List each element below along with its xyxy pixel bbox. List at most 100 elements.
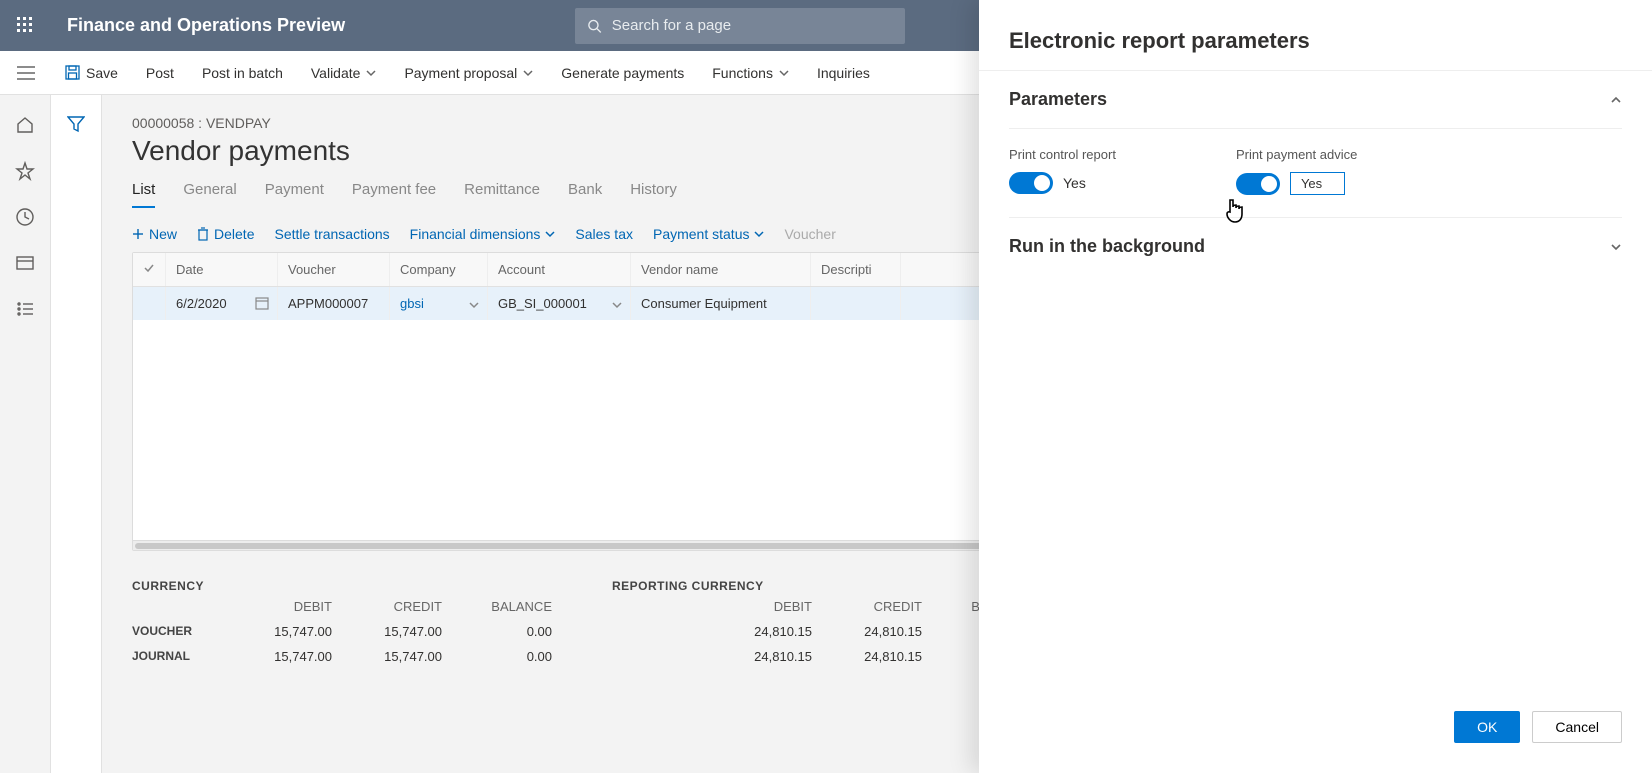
parameters-body: Print control report Yes Print payment a…	[1009, 129, 1622, 218]
print-advice-toggle[interactable]	[1236, 173, 1280, 195]
settle-transactions-button[interactable]: Settle transactions	[274, 226, 389, 242]
save-icon	[65, 65, 80, 80]
tab-general[interactable]: General	[183, 181, 236, 208]
print-advice-label: Print payment advice	[1236, 147, 1357, 162]
nav-toggle-button[interactable]	[0, 51, 51, 95]
dialog-footer: OK Cancel	[979, 695, 1652, 773]
cell-date[interactable]: 6/2/2020	[166, 287, 278, 320]
cell-voucher[interactable]: APPM000007	[278, 287, 390, 320]
new-button[interactable]: New	[132, 226, 177, 242]
col-date[interactable]: Date	[166, 253, 278, 286]
chevron-down-icon	[366, 68, 376, 78]
run-in-background-title: Run in the background	[1009, 236, 1205, 257]
home-icon[interactable]	[15, 115, 35, 135]
financial-dimensions-button[interactable]: Financial dimensions	[410, 226, 556, 242]
parameters-title: Parameters	[1009, 89, 1107, 110]
functions-button[interactable]: Functions	[698, 51, 803, 95]
filter-pane	[51, 95, 102, 773]
chevron-down-icon	[523, 68, 533, 78]
col-account[interactable]: Account	[488, 253, 631, 286]
row-voucher: VOUCHER	[132, 624, 222, 639]
hamburger-icon	[17, 66, 35, 80]
tab-history[interactable]: History	[630, 181, 677, 208]
col-vendor[interactable]: Vendor name	[631, 253, 811, 286]
voucher-button[interactable]: Voucher	[784, 226, 835, 242]
dialog-title: Electronic report parameters	[979, 0, 1652, 71]
post-in-batch-button[interactable]: Post in batch	[188, 51, 297, 95]
plus-icon	[132, 228, 144, 240]
tab-list[interactable]: List	[132, 181, 155, 208]
dialog-panel: Electronic report parameters Parameters …	[979, 0, 1652, 773]
check-icon	[143, 262, 155, 274]
search-box[interactable]	[575, 8, 905, 44]
print-control-label: Print control report	[1009, 147, 1116, 162]
chevron-down-icon[interactable]	[612, 298, 622, 313]
post-button[interactable]: Post	[132, 51, 188, 95]
rep-journal-credit: 24,810.15	[812, 649, 922, 664]
col-debit: DEBIT	[222, 599, 332, 614]
col-company[interactable]: Company	[390, 253, 488, 286]
save-button[interactable]: Save	[51, 51, 132, 95]
calendar-icon[interactable]	[255, 296, 269, 313]
print-control-field: Print control report Yes	[1009, 147, 1116, 195]
row-checkbox[interactable]	[133, 287, 166, 320]
col-balance: BALANCE	[442, 599, 552, 614]
select-all-checkbox[interactable]	[133, 253, 166, 286]
save-label: Save	[86, 65, 118, 81]
chevron-down-icon[interactable]	[469, 298, 479, 313]
star-icon[interactable]	[15, 161, 35, 181]
print-advice-value: Yes	[1290, 172, 1345, 195]
tab-payment[interactable]: Payment	[265, 181, 324, 208]
row-journal: JOURNAL	[132, 649, 222, 664]
cell-vendor[interactable]: Consumer Equipment	[631, 287, 811, 320]
currency-title: CURRENCY	[132, 579, 552, 593]
reporting-currency-totals: REPORTING CURRENCY DEBIT CREDIT BALANCE …	[612, 579, 1032, 664]
clock-icon[interactable]	[15, 207, 35, 227]
waffle-icon	[17, 17, 35, 35]
cell-company[interactable]: gbsi	[390, 287, 488, 320]
currency-totals: CURRENCY DEBIT CREDIT BALANCE VOUCHER 15…	[132, 579, 552, 664]
chevron-up-icon	[1610, 94, 1622, 106]
tab-bank[interactable]: Bank	[568, 181, 602, 208]
col-description[interactable]: Descripti	[811, 253, 901, 286]
chevron-down-icon	[1610, 241, 1622, 253]
rep-voucher-credit: 24,810.15	[812, 624, 922, 639]
filter-icon[interactable]	[67, 115, 85, 133]
scrollbar-thumb[interactable]	[135, 543, 1028, 549]
cell-account[interactable]: GB_SI_000001	[488, 287, 631, 320]
chevron-down-icon	[779, 68, 789, 78]
cur-journal-credit: 15,747.00	[332, 649, 442, 664]
validate-button[interactable]: Validate	[297, 51, 391, 95]
cur-journal-balance: 0.00	[442, 649, 552, 664]
payment-status-button[interactable]: Payment status	[653, 226, 765, 242]
tab-remittance[interactable]: Remittance	[464, 181, 540, 208]
rep-journal-debit: 24,810.15	[702, 649, 812, 664]
app-title: Finance and Operations Preview	[51, 15, 345, 36]
cur-voucher-debit: 15,747.00	[222, 624, 332, 639]
tab-payment-fee[interactable]: Payment fee	[352, 181, 436, 208]
print-control-toggle[interactable]	[1009, 172, 1053, 194]
chevron-down-icon	[754, 229, 764, 239]
search-input[interactable]	[612, 17, 893, 34]
cur-journal-debit: 15,747.00	[222, 649, 332, 664]
payment-proposal-button[interactable]: Payment proposal	[390, 51, 547, 95]
search-icon	[587, 18, 602, 34]
cell-description[interactable]	[811, 287, 901, 320]
app-launcher-button[interactable]	[0, 0, 51, 51]
run-in-background-section-header[interactable]: Run in the background	[1009, 218, 1622, 275]
rep-voucher-debit: 24,810.15	[702, 624, 812, 639]
cancel-button[interactable]: Cancel	[1532, 711, 1622, 743]
ok-button[interactable]: OK	[1454, 711, 1520, 743]
inquiries-button[interactable]: Inquiries	[803, 51, 884, 95]
print-advice-field: Print payment advice Yes	[1236, 147, 1357, 195]
parameters-section-header[interactable]: Parameters	[1009, 71, 1622, 129]
cur-voucher-credit: 15,747.00	[332, 624, 442, 639]
delete-button[interactable]: Delete	[197, 226, 254, 242]
col-voucher[interactable]: Voucher	[278, 253, 390, 286]
cur-voucher-balance: 0.00	[442, 624, 552, 639]
sales-tax-button[interactable]: Sales tax	[575, 226, 633, 242]
workspace-icon[interactable]	[15, 253, 35, 273]
generate-payments-button[interactable]: Generate payments	[547, 51, 698, 95]
chevron-down-icon	[545, 229, 555, 239]
modules-icon[interactable]	[15, 299, 35, 319]
